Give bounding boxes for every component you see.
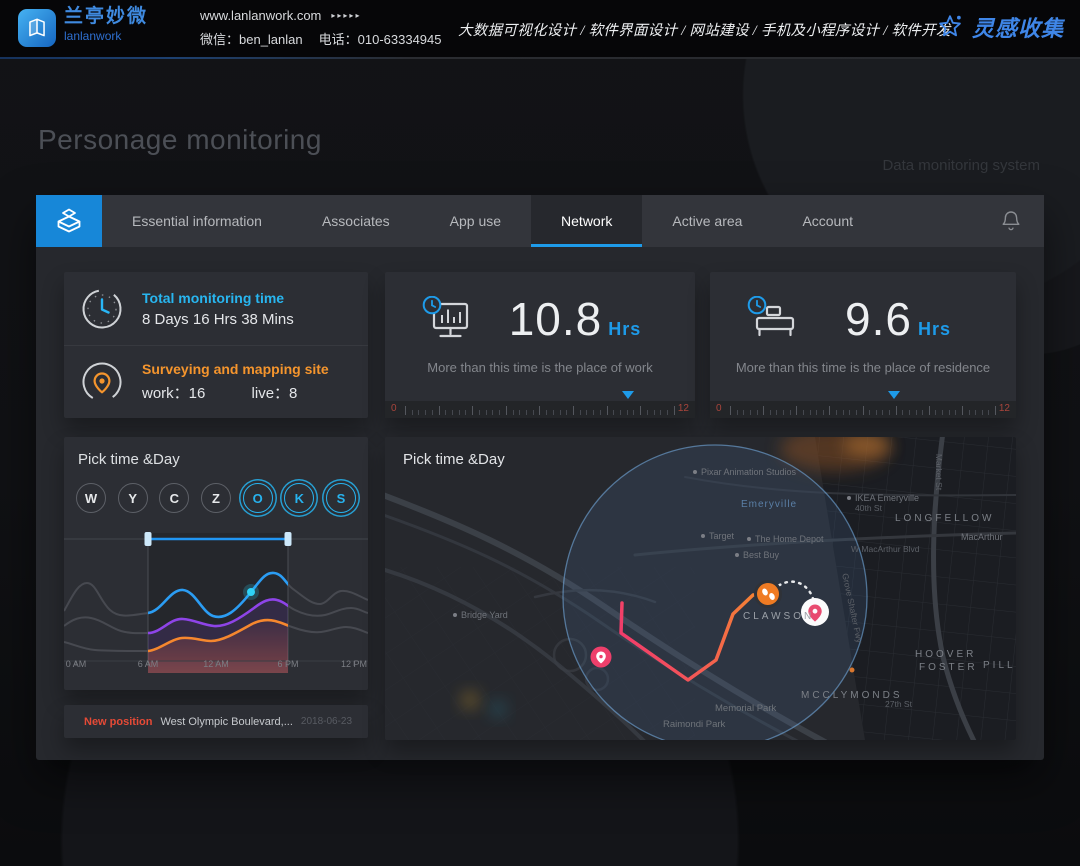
ruler-ticks bbox=[730, 405, 996, 415]
axis-tick-label: 6 AM bbox=[138, 659, 159, 669]
axis-tick-label: 6 PM bbox=[277, 659, 298, 669]
data-point-marker[interactable] bbox=[247, 588, 255, 596]
services-list: 大数据可视化设计 / 软件界面设计 / 网站建设 / 手机及小程序设计 / 软件… bbox=[458, 19, 951, 40]
clock-icon bbox=[80, 287, 124, 331]
slider-handle-left[interactable] bbox=[145, 532, 152, 546]
scale-min: 0 bbox=[391, 403, 397, 414]
day-chart-title: Pick time &Day bbox=[78, 451, 180, 468]
day-button-s[interactable]: S bbox=[326, 483, 356, 513]
header-bar: 兰亭妙微 lanlanwork www.lanlanwork.com ▸▸▸▸▸… bbox=[0, 0, 1080, 57]
residence-hours-value: 9.6 bbox=[845, 293, 912, 345]
work-hours-value: 10.8 bbox=[509, 293, 603, 345]
destination-pin-marker[interactable] bbox=[801, 598, 829, 626]
day-button-z[interactable]: Z bbox=[201, 483, 231, 513]
day-button-y[interactable]: Y bbox=[118, 483, 148, 513]
tab-essential-information[interactable]: Essential information bbox=[102, 195, 292, 247]
scale-pointer[interactable] bbox=[888, 391, 900, 399]
collect-logo[interactable]: 灵感收集 bbox=[936, 11, 1064, 43]
tab-bar: Essential information Associates App use… bbox=[36, 195, 1044, 247]
book-logo-icon bbox=[24, 15, 50, 41]
residence-hours-caption: More than this time is the place of resi… bbox=[710, 360, 1016, 375]
arrows-decoration: ▸▸▸▸▸ bbox=[331, 11, 361, 20]
brand-name-cn: 兰亭妙微 bbox=[64, 7, 148, 28]
notice-date: 2018-06-23 bbox=[301, 716, 352, 727]
map-card[interactable]: Pick time &Day bbox=[385, 437, 1016, 740]
axis-tick-label: 0 AM bbox=[66, 659, 87, 669]
work-hours-scale: 0 12 bbox=[385, 401, 695, 418]
map-pin-icon bbox=[80, 360, 124, 404]
website-link[interactable]: www.lanlanwork.com bbox=[200, 8, 321, 23]
wechat-label: 微信：ben_lanlan bbox=[200, 29, 303, 48]
residence-hours-scale: 0 12 bbox=[710, 401, 1016, 418]
work-count: work：16 bbox=[142, 385, 205, 402]
start-position-marker[interactable] bbox=[591, 647, 612, 668]
work-hours-caption: More than this time is the place of work bbox=[385, 360, 695, 375]
map-title: Pick time &Day bbox=[403, 451, 505, 468]
brand-logo[interactable] bbox=[18, 9, 56, 47]
day-button-k[interactable]: K bbox=[284, 483, 314, 513]
slider-handle-right[interactable] bbox=[285, 532, 292, 546]
tab-network[interactable]: Network bbox=[531, 195, 642, 247]
time-series-chart bbox=[64, 523, 368, 673]
day-button-o[interactable]: O bbox=[243, 483, 273, 513]
scale-max: 12 bbox=[678, 403, 689, 414]
app-root: 兰亭妙微 lanlanwork www.lanlanwork.com ▸▸▸▸▸… bbox=[0, 0, 1080, 866]
page-subtitle: Data monitoring system bbox=[882, 157, 1040, 174]
notice-address: West Olympic Boulevard,... bbox=[160, 716, 292, 728]
total-monitoring-row: Total monitoring time 8 Days 16 Hrs 38 M… bbox=[64, 272, 368, 345]
tab-app-use[interactable]: App use bbox=[420, 195, 531, 247]
page-title: Personage monitoring bbox=[38, 124, 322, 156]
live-count: live：8 bbox=[252, 385, 298, 402]
residence-hours-unit: Hrs bbox=[918, 319, 951, 339]
tab-associates[interactable]: Associates bbox=[292, 195, 420, 247]
panel-logo-button[interactable] bbox=[36, 195, 102, 247]
main-panel: Essential information Associates App use… bbox=[36, 195, 1044, 760]
phone-label: 电话：010-63334945 bbox=[319, 29, 442, 48]
brand-name-en: lanlanwork bbox=[64, 30, 148, 43]
day-button-c[interactable]: C bbox=[159, 483, 189, 513]
bell-icon bbox=[1000, 209, 1022, 233]
brand-text: 兰亭妙微 lanlanwork bbox=[64, 7, 148, 43]
map-canvas[interactable] bbox=[385, 437, 1016, 740]
total-monitoring-value: 8 Days 16 Hrs 38 Mins bbox=[142, 311, 294, 328]
axis-tick-label: 12 AM bbox=[203, 659, 229, 669]
star-icon bbox=[936, 13, 964, 41]
new-position-notice: New position West Olympic Boulevard,... … bbox=[64, 705, 368, 738]
work-hours-card: 10.8Hrs More than this time is the place… bbox=[385, 272, 695, 418]
tab-active-area[interactable]: Active area bbox=[642, 195, 772, 247]
monitoring-summary-card: Total monitoring time 8 Days 16 Hrs 38 M… bbox=[64, 272, 368, 418]
scale-max: 12 bbox=[999, 403, 1010, 414]
axis-tick-label: 12 PM bbox=[341, 659, 367, 669]
layers-box-icon bbox=[54, 206, 84, 236]
collect-label: 灵感收集 bbox=[972, 11, 1064, 43]
day-chart-card: Pick time &Day W Y C Z O K S bbox=[64, 437, 368, 690]
current-position-marker[interactable] bbox=[756, 582, 781, 607]
residence-hours-card: 9.6 Hrs More than this time is the place … bbox=[710, 272, 1016, 418]
scale-pointer[interactable] bbox=[622, 391, 634, 399]
mapping-site-title: Surveying and mapping site bbox=[142, 361, 329, 377]
total-monitoring-title: Total monitoring time bbox=[142, 290, 294, 306]
notifications-button[interactable] bbox=[1000, 209, 1022, 238]
notice-label: New position bbox=[84, 716, 152, 728]
tab-account[interactable]: Account bbox=[772, 195, 883, 247]
day-button-w[interactable]: W bbox=[76, 483, 106, 513]
day-chart-axis: 0 AM 6 AM 12 AM 6 PM 12 PM bbox=[64, 659, 368, 673]
day-buttons-row: W Y C Z O K S bbox=[76, 483, 356, 513]
work-hours-unit: Hrs bbox=[608, 319, 641, 339]
mapping-site-row: Surveying and mapping site work：16 live：… bbox=[64, 345, 368, 418]
ruler-ticks bbox=[405, 405, 675, 415]
scale-min: 0 bbox=[716, 403, 722, 414]
header-contact: www.lanlanwork.com ▸▸▸▸▸ 微信：ben_lanlan 电… bbox=[200, 8, 441, 48]
